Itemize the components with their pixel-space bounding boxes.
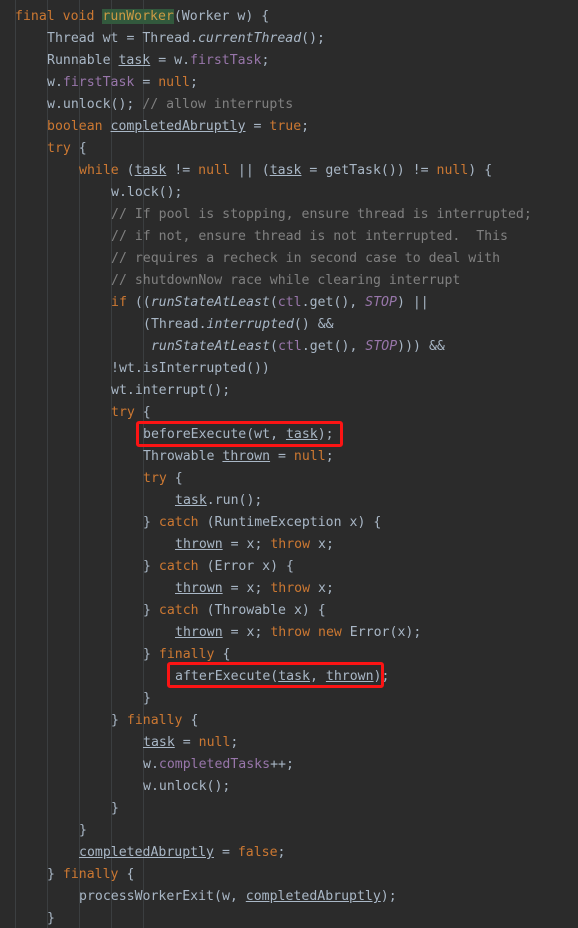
code-line[interactable]: afterExecute(task, thrown); <box>175 666 389 688</box>
code-line[interactable]: } finally { <box>143 644 230 666</box>
code-line[interactable]: // requires a recheck in second case to … <box>111 248 500 270</box>
code-line[interactable]: task = null; <box>143 732 238 754</box>
code-line[interactable]: } finally { <box>111 710 198 732</box>
code-line[interactable]: w.unlock(); <box>143 776 230 798</box>
code-line[interactable]: Runnable task = w.firstTask; <box>47 50 269 72</box>
code-line[interactable]: w.completedTasks++; <box>143 754 294 776</box>
code-line[interactable]: final void runWorker(Worker w) { <box>15 6 269 28</box>
code-line[interactable]: task.run(); <box>175 490 262 512</box>
code-line[interactable]: !wt.isInterrupted()) <box>111 358 270 380</box>
code-line[interactable]: boolean completedAbruptly = true; <box>47 116 309 138</box>
code-line[interactable]: try { <box>143 468 183 490</box>
code-line[interactable]: w.lock(); <box>111 182 183 204</box>
code-line[interactable]: } finally { <box>47 864 134 886</box>
code-line[interactable]: w.firstTask = null; <box>47 72 198 94</box>
code-line[interactable]: } <box>79 820 87 842</box>
indent-guide-3 <box>111 0 112 928</box>
code-line[interactable]: try { <box>111 402 151 424</box>
code-line[interactable]: runStateAtLeast(ctl.get(), STOP))) && <box>143 336 445 358</box>
code-line[interactable]: thrown = x; throw x; <box>175 578 334 600</box>
editor-left-border <box>15 0 16 928</box>
code-line[interactable]: processWorkerExit(w, completedAbruptly); <box>79 886 397 908</box>
code-line[interactable]: try { <box>47 138 87 160</box>
code-line[interactable]: } <box>47 908 55 928</box>
code-line[interactable]: } catch (Throwable x) { <box>143 600 326 622</box>
code-line[interactable]: } <box>143 688 151 710</box>
code-line[interactable]: while (task != null || (task = getTask()… <box>79 160 492 182</box>
code-line[interactable]: // shutdownNow race while clearing inter… <box>111 270 460 292</box>
code-line[interactable]: thrown = x; throw new Error(x); <box>175 622 421 644</box>
code-line[interactable]: Thread wt = Thread.currentThread(); <box>47 28 325 50</box>
code-line[interactable]: } catch (Error x) { <box>143 556 294 578</box>
code-line[interactable]: beforeExecute(wt, task); <box>143 424 334 446</box>
code-line[interactable]: if ((runStateAtLeast(ctl.get(), STOP) || <box>111 292 429 314</box>
code-line[interactable]: // If pool is stopping, ensure thread is… <box>111 204 532 226</box>
code-line[interactable]: w.unlock(); // allow interrupts <box>47 94 293 116</box>
code-line[interactable]: } <box>111 798 119 820</box>
code-line[interactable]: (Thread.interrupted() && <box>143 314 334 336</box>
code-line[interactable]: thrown = x; throw x; <box>175 534 334 556</box>
code-line[interactable]: } catch (RuntimeException x) { <box>143 512 381 534</box>
code-line[interactable]: Throwable thrown = null; <box>143 446 334 468</box>
code-editor[interactable]: final void runWorker(Worker w) {Thread w… <box>0 0 578 928</box>
code-line[interactable]: wt.interrupt(); <box>111 380 230 402</box>
code-line[interactable]: // if not, ensure thread is not interrup… <box>111 226 508 248</box>
code-line[interactable]: completedAbruptly = false; <box>79 842 286 864</box>
